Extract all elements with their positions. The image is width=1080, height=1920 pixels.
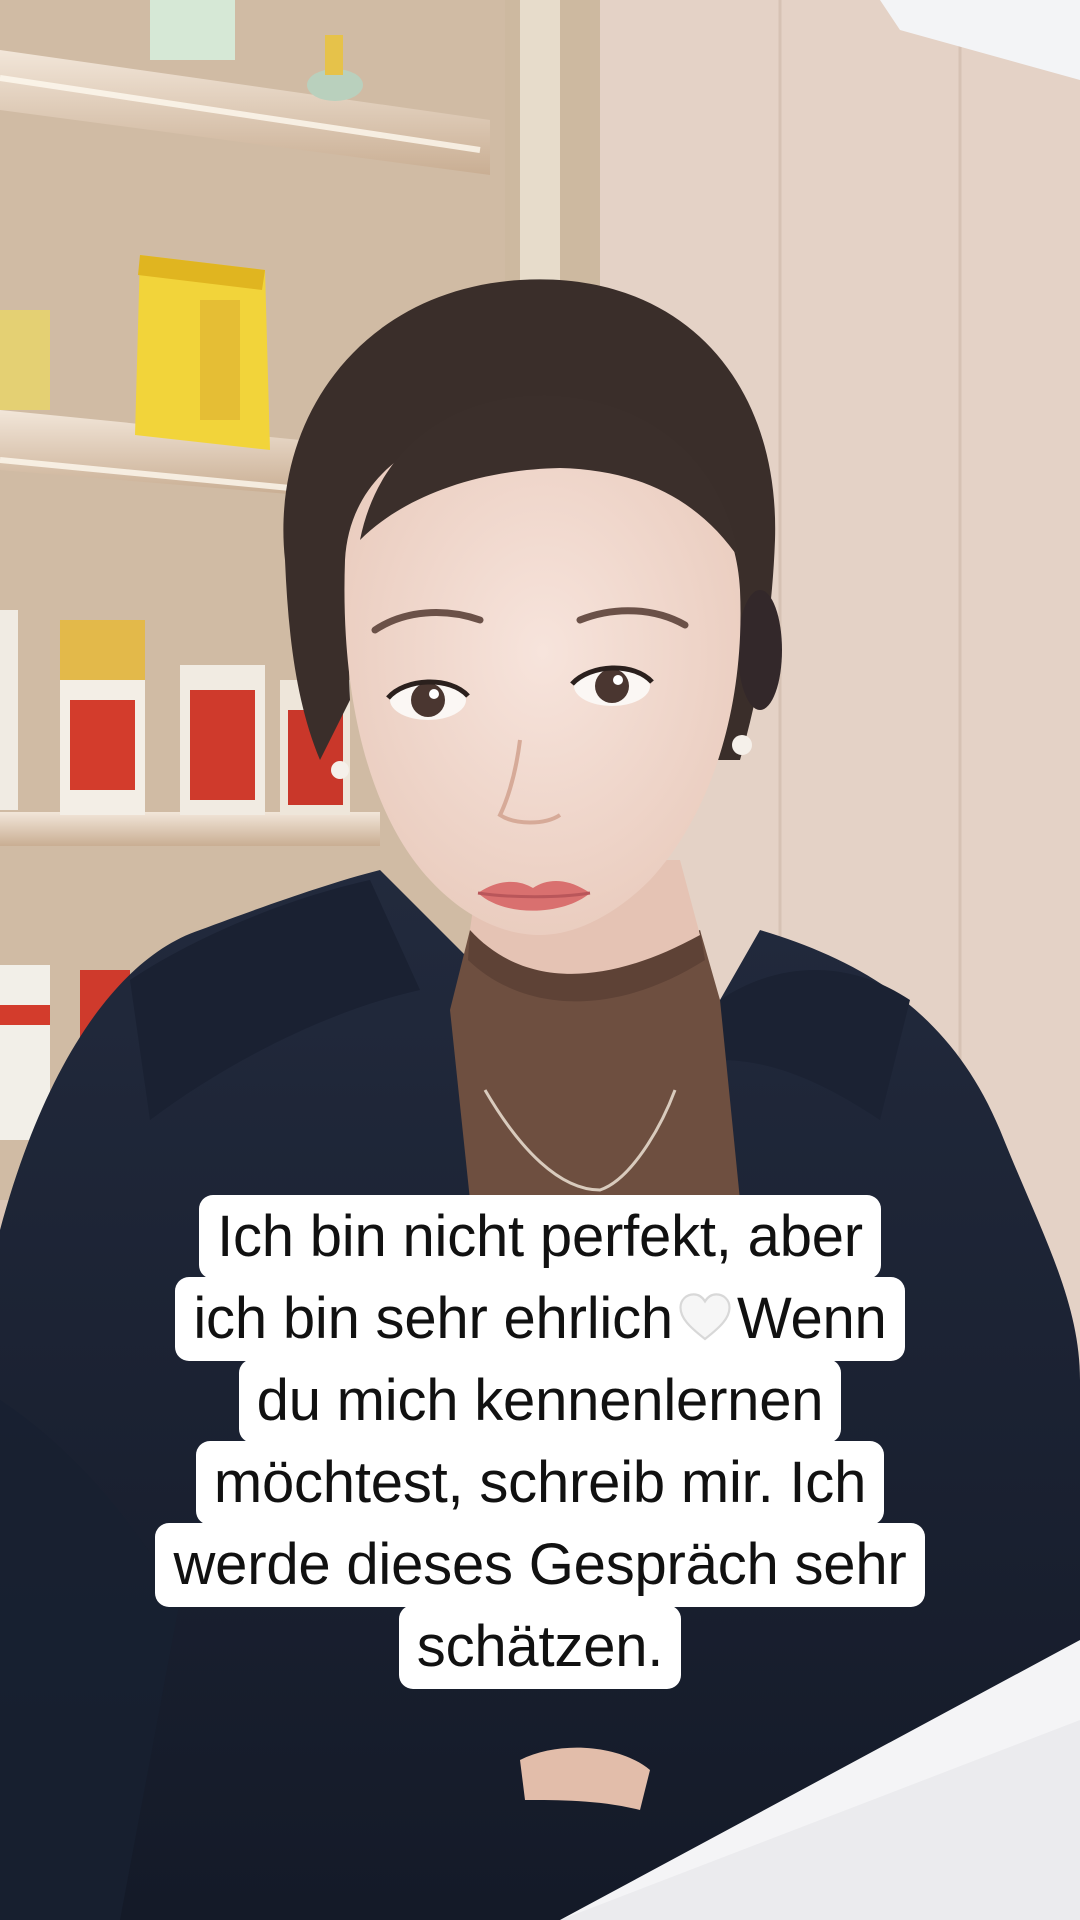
yellow-jar [0, 310, 50, 410]
liquor-box-4 [0, 610, 18, 810]
video-frame: Ich bin nicht perfekt, aber ich bin sehr… [0, 0, 1080, 1920]
caption-line-4: möchtest, schreib mir. Ich [195, 1441, 885, 1525]
top-shelf-box [150, 0, 235, 60]
caption-line-2-text: ich bin sehr ehrlich [193, 1286, 673, 1351]
shelf-plank-3 [0, 812, 380, 846]
caption-line-1: Ich bin nicht perfekt, aber [199, 1195, 881, 1279]
right-earring [732, 735, 752, 755]
white-heart-icon [679, 1293, 731, 1341]
left-earring [331, 761, 349, 779]
caption-line-3: du mich kennenlernen [238, 1359, 842, 1443]
caption-line-6: schätzen. [398, 1605, 682, 1689]
caption-overlay: Ich bin nicht perfekt, aber ich bin sehr… [0, 1195, 1080, 1689]
caption-line-2: ich bin sehr ehrlich Wenn [175, 1277, 905, 1361]
caption-line-2-tail: Wenn [736, 1286, 887, 1351]
caption-line-5: werde dieses Gespräch sehr [155, 1523, 925, 1607]
